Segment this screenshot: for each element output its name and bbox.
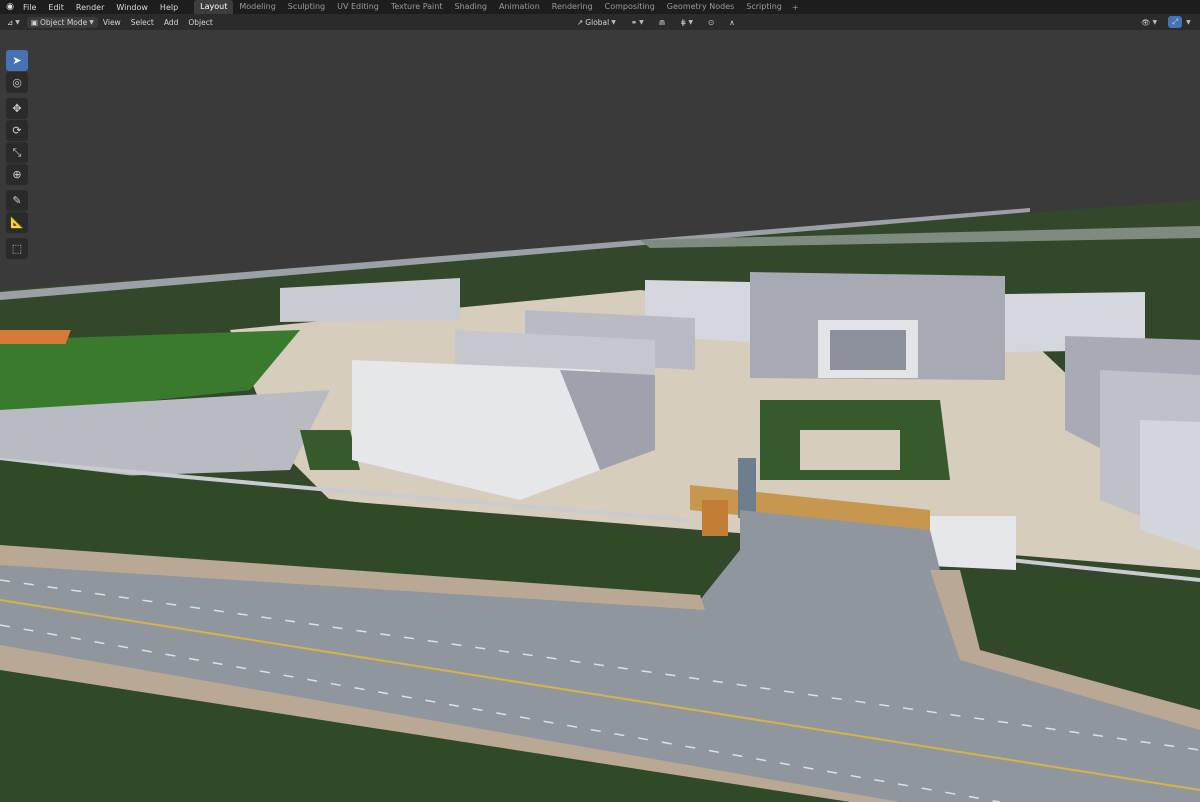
chevron-down-icon: ▼ xyxy=(639,18,644,26)
move-arrows-icon: ✥ xyxy=(12,102,22,115)
transform-orientation-group: ↗ Global ▼ ⚭ ▼ ⋒ ⋕ ▼ ⊙ ∧ xyxy=(570,17,739,28)
viewport-overlays-group: 👁 ▼ ⤢ ▼ xyxy=(1134,16,1191,28)
magnet-icon: ⋒ xyxy=(658,17,666,27)
chevron-down-icon: ▼ xyxy=(1152,18,1158,26)
entrance-facade xyxy=(830,330,906,370)
menu-edit[interactable]: Edit xyxy=(42,3,70,12)
viewport-header: ⊿ ▼ ▣ Object Mode ▼ View Select Add Objec… xyxy=(0,14,1200,30)
blender-logo-icon[interactable]: ◉ xyxy=(3,0,17,14)
gizmo-icon: ⤢ xyxy=(1172,17,1179,26)
eye-icon: 👁 xyxy=(1141,17,1151,27)
select-box-tool[interactable]: ➤ xyxy=(6,50,28,71)
mode-label: Object Mode xyxy=(40,17,88,27)
tab-sculpting[interactable]: Sculpting xyxy=(282,0,331,14)
menu-window[interactable]: Window xyxy=(110,3,154,12)
tab-compositing[interactable]: Compositing xyxy=(599,0,661,14)
chevron-down-icon: ▼ xyxy=(15,18,20,26)
menu-render[interactable]: Render xyxy=(70,3,110,12)
pencil-icon: ✎ xyxy=(12,194,22,207)
ruler-icon: 📐 xyxy=(10,216,24,229)
cursor-tool[interactable]: ◎ xyxy=(6,72,28,93)
tab-texture-paint[interactable]: Texture Paint xyxy=(385,0,449,14)
3d-viewport-icon: ⊿ xyxy=(7,17,14,27)
building-east-3 xyxy=(1140,420,1200,550)
chevron-down-icon: ▼ xyxy=(89,18,94,26)
transform-icon: ⊕ xyxy=(12,168,22,181)
tab-geometry-nodes[interactable]: Geometry Nodes xyxy=(661,0,740,14)
gate-house xyxy=(930,516,1016,570)
tab-rendering[interactable]: Rendering xyxy=(546,0,599,14)
pivot-dropdown[interactable]: ⚭ ▼ xyxy=(627,17,648,28)
scale-icon: ⤡ xyxy=(12,145,22,159)
tab-scripting[interactable]: Scripting xyxy=(740,0,788,14)
chevron-down-icon: ▼ xyxy=(688,18,693,26)
scale-tool[interactable]: ⤡ xyxy=(6,142,28,163)
gate-booth xyxy=(702,500,728,536)
lawn-west xyxy=(300,430,360,470)
snap-toggle[interactable]: ⋒ xyxy=(655,17,669,28)
chevron-down-icon: ▼ xyxy=(611,18,616,26)
rotate-icon: ⟳ xyxy=(12,124,22,137)
menu-view[interactable]: View xyxy=(98,18,126,27)
mode-dropdown[interactable]: ▣ Object Mode ▼ xyxy=(26,16,98,28)
menu-select[interactable]: Select xyxy=(126,18,159,27)
orientation-icon: ↗ xyxy=(577,17,584,27)
gizmo-toggle[interactable]: ⤢ xyxy=(1168,16,1183,28)
tab-modeling[interactable]: Modeling xyxy=(233,0,281,14)
3d-cursor-icon: ◎ xyxy=(12,76,22,89)
add-cube-tool[interactable]: ⬚ xyxy=(6,238,28,259)
transform-orientation-dropdown[interactable]: ↗ Global ▼ xyxy=(573,17,620,28)
3d-viewport[interactable] xyxy=(0,30,1200,802)
object-mode-icon: ▣ xyxy=(30,17,39,27)
cursor-arrow-icon: ➤ xyxy=(12,54,22,67)
menu-file[interactable]: File xyxy=(17,3,42,12)
proportional-edit-toggle[interactable]: ⊙ xyxy=(704,17,718,28)
tool-shelf: ➤ ◎ ✥ ⟳ ⤡ ⊕ ✎ 📐 ⬚ xyxy=(6,50,28,260)
chevron-down-icon[interactable]: ▼ xyxy=(1186,19,1191,26)
add-cube-icon: ⬚ xyxy=(11,242,23,255)
gate-tower xyxy=(738,458,756,518)
move-tool[interactable]: ✥ xyxy=(6,98,28,119)
annotate-tool[interactable]: ✎ xyxy=(6,190,28,211)
transform-tool[interactable]: ⊕ xyxy=(6,164,28,185)
tab-layout[interactable]: Layout xyxy=(194,0,234,14)
editor-type-button[interactable]: ⊿ ▼ xyxy=(3,17,24,28)
add-workspace-button[interactable]: + xyxy=(788,3,803,12)
measure-tool[interactable]: 📐 xyxy=(6,212,28,233)
workspace-tabs: Layout Modeling Sculpting UV Editing Tex… xyxy=(194,0,802,14)
tab-shading[interactable]: Shading xyxy=(448,0,493,14)
top-bar: ◉ File Edit Render Window Help Layout Mo… xyxy=(0,0,1200,14)
tab-uv-editing[interactable]: UV Editing xyxy=(331,0,385,14)
tab-animation[interactable]: Animation xyxy=(493,0,546,14)
orientation-label: Global xyxy=(585,17,610,27)
falloff-icon: ∧ xyxy=(729,17,735,27)
menu-object[interactable]: Object xyxy=(183,18,217,27)
visibility-dropdown[interactable]: 👁 ▼ xyxy=(1137,17,1161,28)
menu-help[interactable]: Help xyxy=(154,3,184,12)
proportional-icon: ⊙ xyxy=(708,17,715,27)
running-track xyxy=(0,330,71,344)
link-icon: ⚭ xyxy=(630,17,638,27)
menu-add[interactable]: Add xyxy=(159,18,184,27)
grid-icon: ⋕ xyxy=(680,17,687,27)
proportional-falloff-button[interactable]: ∧ xyxy=(725,17,739,28)
rotate-tool[interactable]: ⟳ xyxy=(6,120,28,141)
plaza-path xyxy=(800,430,900,470)
snap-dropdown[interactable]: ⋕ ▼ xyxy=(676,17,697,28)
